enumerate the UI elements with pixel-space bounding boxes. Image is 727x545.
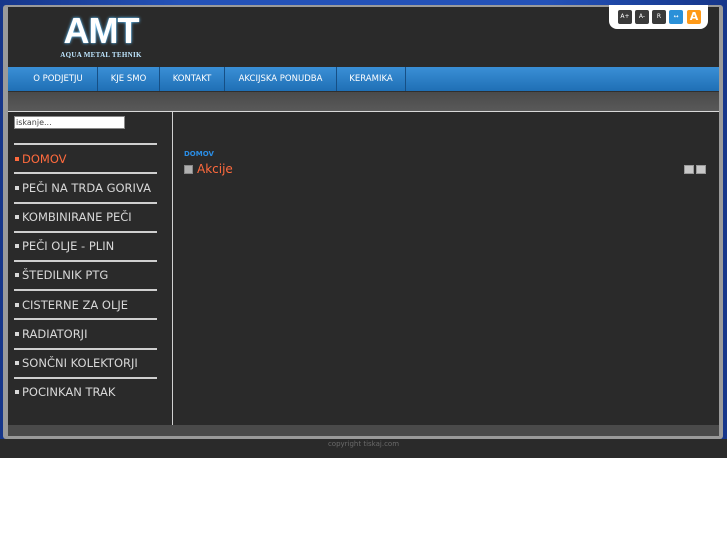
nav-item-kje-smo[interactable]: KJE SMO: [98, 67, 159, 91]
main-content: [173, 112, 719, 425]
sidebar-item-radiatorji[interactable]: RADIATORJI: [15, 324, 165, 344]
bullet-icon: [15, 214, 19, 219]
sidebar-item-label: CISTERNE ZA OLJE: [22, 298, 129, 312]
sidebar-item-label: ŠTEDILNIK PTG: [22, 268, 109, 282]
bullet-icon: [15, 185, 19, 190]
bullet-icon: [15, 389, 19, 394]
sidebar-item-stedilnik-ptg[interactable]: ŠTEDILNIK PTG: [15, 265, 165, 285]
sidebar-item-label: SONČNI KOLEKTORJI: [22, 356, 138, 370]
menu-divider: [14, 289, 157, 291]
nav-item-akcijska-ponudba[interactable]: AKCIJSKA PONUDBA: [225, 67, 336, 91]
main-navigation: O PODJETJU KJE SMO KONTAKT AKCIJSKA PONU…: [8, 67, 719, 91]
menu-divider: [14, 260, 157, 262]
site-logo[interactable]: AMT AQUA METAL TEHNIK: [48, 13, 154, 65]
bullet-icon: [15, 331, 19, 336]
menu-divider: [14, 318, 157, 320]
width-toggle-icon[interactable]: ↔: [669, 10, 683, 24]
accessibility-icon[interactable]: A: [687, 10, 701, 24]
menu-divider: [14, 202, 157, 204]
bullet-icon: [15, 156, 19, 161]
menu-divider: [14, 377, 157, 379]
sidebar-item-peci-olje-plin[interactable]: PEČI OLJE - PLIN: [15, 236, 165, 256]
font-decrease-icon[interactable]: A-: [635, 10, 649, 24]
sidebar-item-label: RADIATORJI: [22, 327, 88, 341]
nav-item-o-podjetju[interactable]: O PODJETJU: [18, 67, 98, 91]
article-icon: [184, 165, 193, 174]
sidebar-item-cisterne-za-olje[interactable]: CISTERNE ZA OLJE: [15, 295, 165, 315]
sub-navigation-bar: [8, 91, 719, 112]
email-icon[interactable]: [696, 165, 706, 174]
breadcrumb[interactable]: DOMOV: [184, 150, 214, 158]
bullet-icon: [15, 272, 19, 277]
search-input[interactable]: [14, 116, 125, 129]
sidebar-item-soncni-kolektorji[interactable]: SONČNI KOLEKTORJI: [15, 353, 165, 373]
bullet-icon: [15, 302, 19, 307]
nav-item-kontakt[interactable]: KONTAKT: [160, 67, 224, 91]
content-footer-strip: [8, 425, 719, 436]
bullet-icon: [15, 360, 19, 365]
font-size-toolbox: A+ A- R ↔ A: [609, 5, 708, 29]
copyright-text: copyright tiskaj.com: [327, 440, 400, 448]
menu-divider: [14, 172, 157, 174]
sidebar-item-label: PEČI OLJE - PLIN: [22, 239, 115, 253]
nav-item-keramika[interactable]: KERAMIKA: [337, 67, 405, 91]
logo-tagline: AQUA METAL TEHNIK: [60, 51, 142, 59]
sidebar-item-label: KOMBINIRANE PEČI: [22, 210, 132, 224]
logo-text: AMT: [63, 10, 140, 51]
sidebar-item-pocinkan-trak[interactable]: POCINKAN TRAK: [15, 382, 165, 402]
font-reset-icon[interactable]: R: [652, 10, 666, 24]
sidebar-item-label: PEČI NA TRDA GORIVA: [22, 181, 151, 195]
bullet-icon: [15, 243, 19, 248]
sidebar-item-peci-na-trda-goriva[interactable]: PEČI NA TRDA GORIVA: [15, 178, 165, 198]
print-icon[interactable]: [684, 165, 694, 174]
sidebar-item-label: DOMOV: [22, 152, 67, 166]
sidebar-item-kombinirane-peci[interactable]: KOMBINIRANE PEČI: [15, 207, 165, 227]
sidebar-item-label: POCINKAN TRAK: [22, 385, 116, 399]
font-increase-icon[interactable]: A+: [618, 10, 632, 24]
menu-divider: [14, 143, 157, 145]
article-title-link[interactable]: Akcije: [197, 162, 233, 176]
menu-divider: [14, 348, 157, 350]
nav-separator: [405, 67, 406, 91]
sidebar-item-domov[interactable]: DOMOV: [15, 149, 165, 169]
menu-divider: [14, 231, 157, 233]
